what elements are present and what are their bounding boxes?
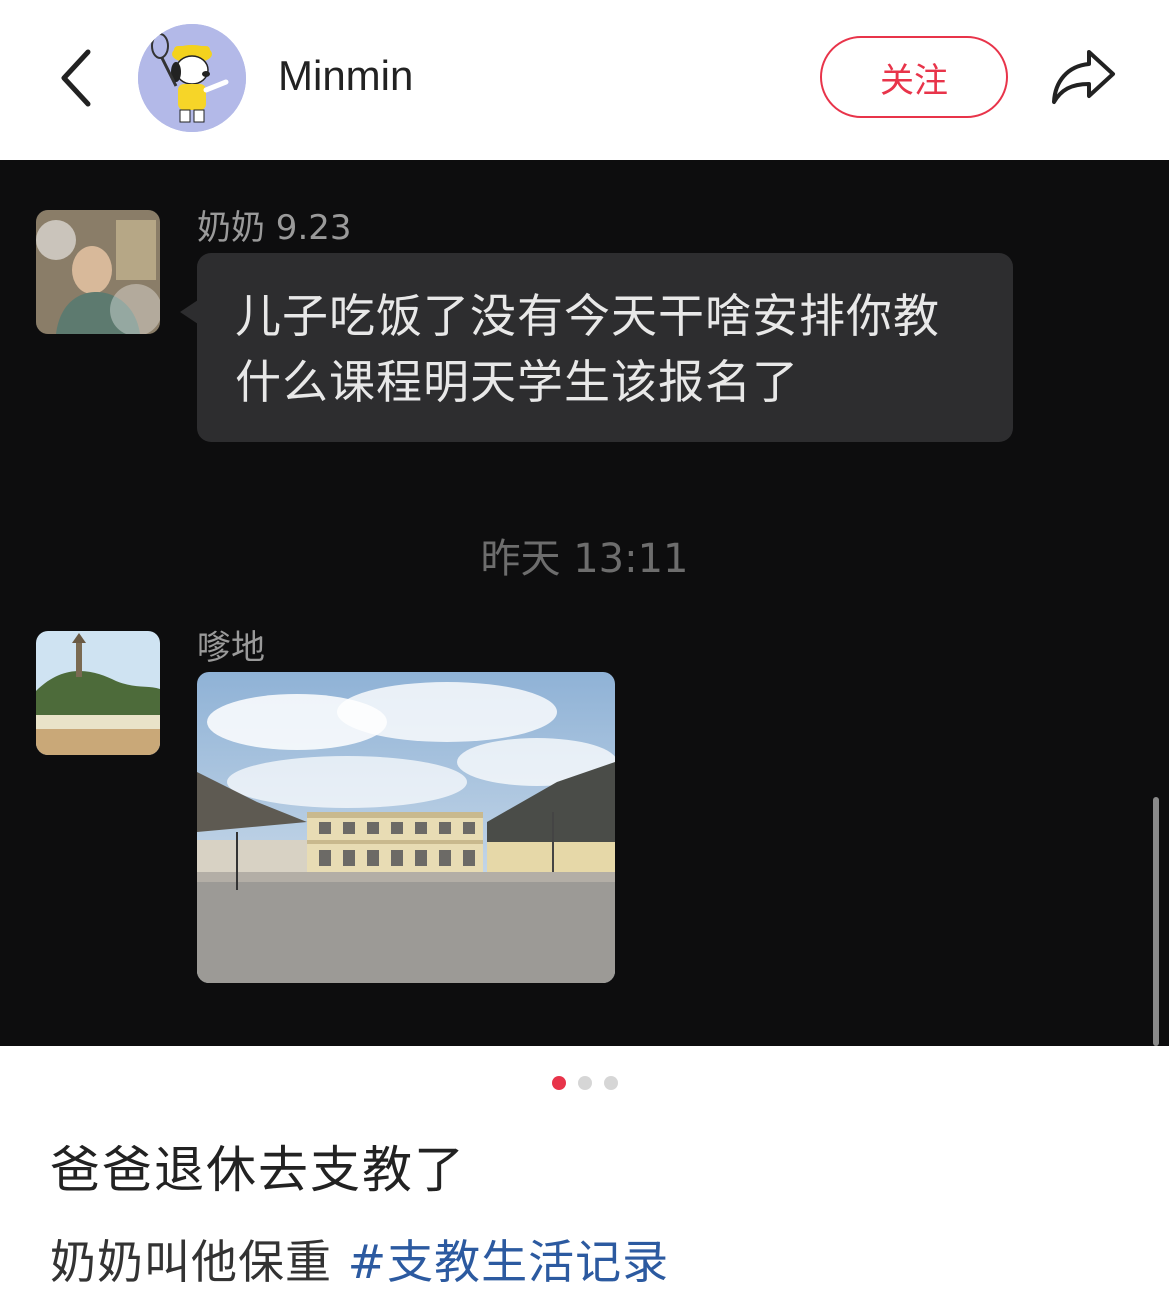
bubble-tail <box>180 300 198 324</box>
grandma-avatar-image <box>36 210 160 334</box>
chat-timestamp: 昨天 13:11 <box>480 536 689 582</box>
carousel-indicator <box>0 1076 1169 1092</box>
share-arrow-icon <box>1052 50 1115 104</box>
author-name[interactable]: Minmin <box>278 52 413 100</box>
first-sender-name: 奶奶 9.23 <box>197 208 352 248</box>
post-desc-text: 奶奶叫他保重 <box>50 1235 332 1289</box>
post-header: Minmin 关注 <box>0 0 1169 160</box>
post-description: 奶奶叫他保重 #支教生活记录 <box>50 1226 669 1292</box>
post-image-carousel[interactable]: 奶奶 9.23 儿子吃饭了没有今天干啥安排你教什么课程明天学生该报名了 昨天 1… <box>0 160 1169 1046</box>
school-photo[interactable] <box>197 672 615 983</box>
dad-avatar <box>36 631 160 755</box>
chevron-left-icon <box>61 49 91 107</box>
snoopy-avatar-image <box>138 24 246 132</box>
carousel-dot-2[interactable] <box>577 1076 592 1090</box>
carousel-dot-3[interactable] <box>603 1076 618 1090</box>
back-button[interactable] <box>48 42 104 114</box>
grandma-avatar <box>36 210 160 334</box>
author-avatar[interactable] <box>138 24 246 132</box>
share-button[interactable] <box>1046 42 1120 110</box>
school-building-image <box>197 672 615 983</box>
post-title: 爸爸退休去支教了 <box>50 1141 466 1199</box>
follow-button[interactable]: 关注 <box>820 36 1008 118</box>
carousel-dot-1[interactable] <box>551 1076 566 1090</box>
chat-scrollbar <box>1153 797 1159 1046</box>
hashtag-link[interactable]: #支教生活记录 <box>348 1235 670 1289</box>
second-sender-name: 嗲地 <box>197 628 265 668</box>
message-bubble: 儿子吃饭了没有今天干啥安排你教什么课程明天学生该报名了 <box>197 253 1013 442</box>
landscape-avatar-image <box>36 631 160 755</box>
